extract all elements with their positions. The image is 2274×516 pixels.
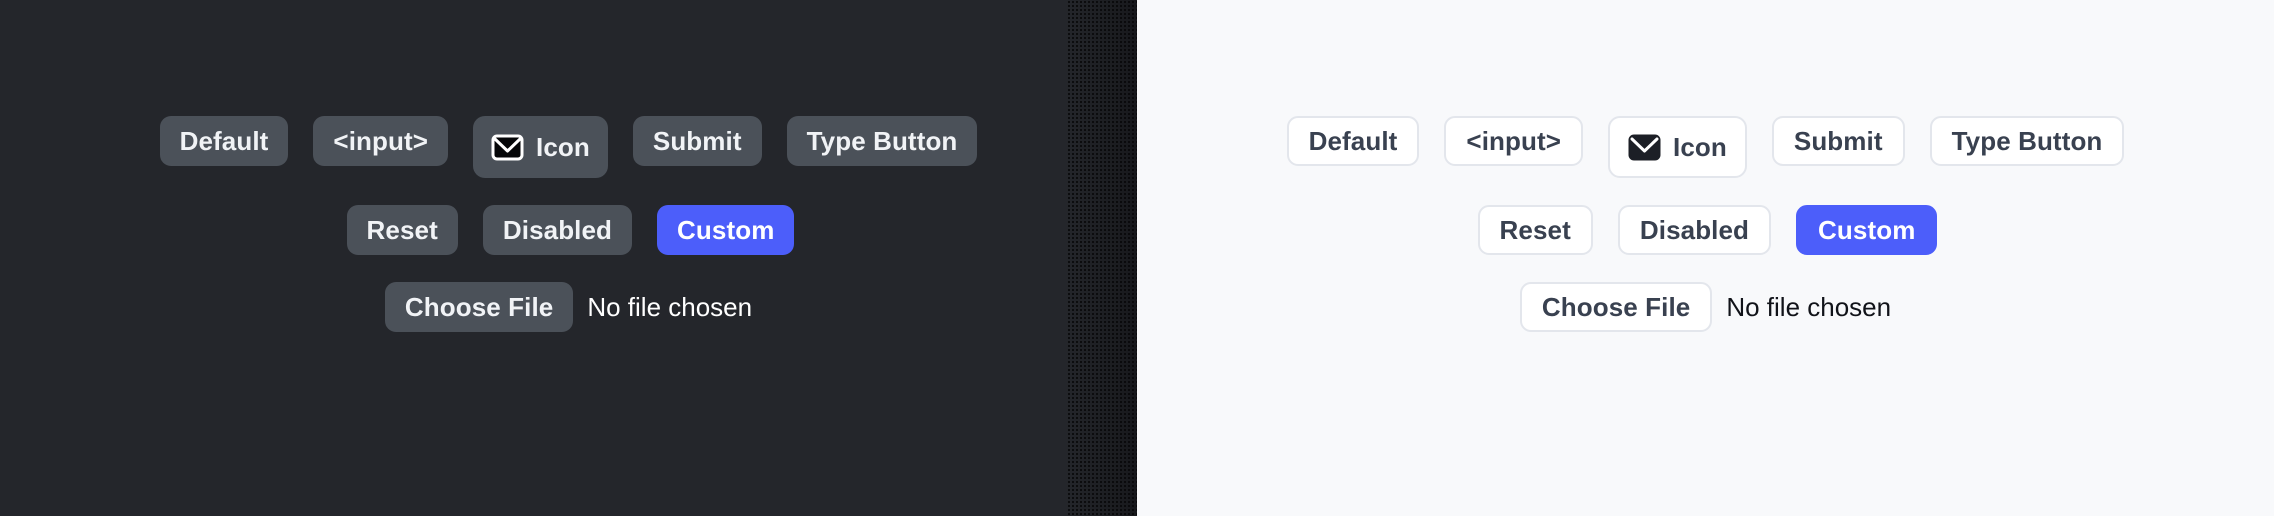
button-row-primary: Default <input> Icon Submit Type Button (1137, 116, 2274, 178)
file-status-text: No file chosen (587, 292, 753, 322)
type-button[interactable]: Type Button (786, 116, 978, 166)
default-button[interactable]: Default (1286, 116, 1420, 166)
light-theme-pane: Default <input> Icon Submit Type Button … (1137, 0, 2274, 516)
choose-file-button[interactable]: Choose File (384, 282, 574, 332)
icon-button-label: Icon (1673, 132, 1727, 162)
envelope-icon (491, 134, 524, 161)
theme-comparison-split: Default <input> Icon Submit Type Button … (0, 0, 2274, 516)
type-button[interactable]: Type Button (1929, 116, 2125, 166)
file-input[interactable]: Choose File No file chosen (384, 282, 753, 332)
envelope-icon (1628, 134, 1661, 161)
button-row-secondary: Reset Disabled Custom (1137, 205, 2274, 255)
disabled-button: Disabled (1617, 205, 1772, 255)
submit-button[interactable]: Submit (632, 116, 762, 166)
input-button[interactable]: <input> (1444, 116, 1584, 166)
button-showcase-dark: Default <input> Icon Submit Type Button … (0, 0, 1137, 332)
icon-button[interactable]: Icon (1608, 116, 1747, 178)
icon-button[interactable]: Icon (473, 116, 608, 178)
reset-button[interactable]: Reset (346, 205, 458, 255)
file-status-text: No file chosen (1726, 292, 1892, 322)
default-button[interactable]: Default (159, 116, 289, 166)
custom-button[interactable]: Custom (657, 205, 795, 255)
dark-theme-pane: Default <input> Icon Submit Type Button … (0, 0, 1137, 516)
icon-button-label: Icon (536, 132, 590, 162)
file-input-row: Choose File No file chosen (0, 282, 1137, 332)
button-row-secondary: Reset Disabled Custom (0, 205, 1137, 255)
custom-button[interactable]: Custom (1796, 205, 1938, 255)
submit-button[interactable]: Submit (1771, 116, 1905, 166)
disabled-button: Disabled (482, 205, 633, 255)
button-showcase-light: Default <input> Icon Submit Type Button … (1137, 0, 2274, 332)
input-button[interactable]: <input> (313, 116, 449, 166)
file-input[interactable]: Choose File No file chosen (1519, 282, 1892, 332)
button-row-primary: Default <input> Icon Submit Type Button (0, 116, 1137, 178)
choose-file-button[interactable]: Choose File (1519, 282, 1713, 332)
reset-button[interactable]: Reset (1477, 205, 1593, 255)
file-input-row: Choose File No file chosen (1137, 282, 2274, 332)
